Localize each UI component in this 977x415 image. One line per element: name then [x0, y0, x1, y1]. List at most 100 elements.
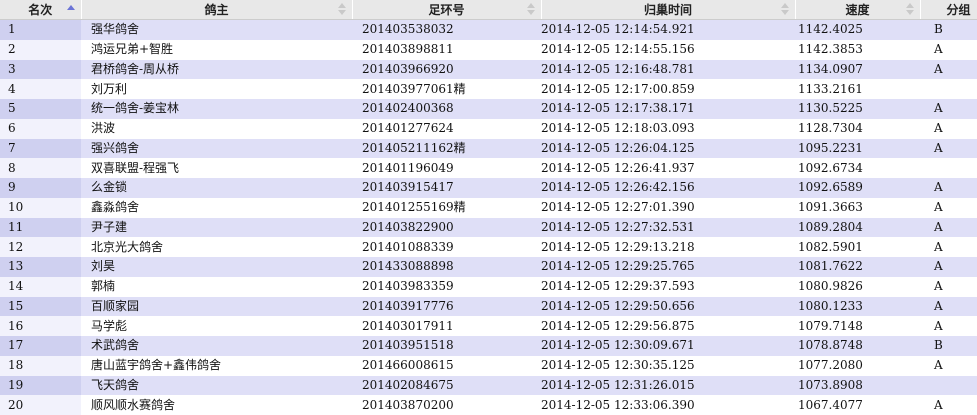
arrival-time-cell: 2014-12-05 12:29:50.656 [541, 296, 795, 317]
group-cell: B [920, 336, 977, 356]
group-cell: A [920, 395, 977, 415]
sort-icon[interactable] [337, 3, 346, 17]
owner-cell: 双喜联盟-程强飞 [81, 158, 352, 178]
group-cell: B [920, 19, 977, 40]
speed-cell: 1080.9826 [795, 276, 920, 297]
owner-cell: 飞天鸽舍 [81, 375, 352, 396]
speed-cell: 1078.8748 [795, 336, 920, 356]
group-cell: A [920, 237, 977, 257]
rank-cell: 16 [0, 316, 81, 336]
group-cell: A [920, 118, 977, 139]
rank-cell: 11 [0, 217, 81, 238]
speed-cell: 1067.4077 [795, 395, 920, 415]
ring-number-cell: 201403017911 [352, 316, 541, 336]
table-row: 1 强华鸽舍 201403538032 2014-12-05 12:14:54.921… [0, 19, 977, 40]
arrival-time-cell: 2014-12-05 12:30:35.125 [541, 355, 795, 376]
speed-cell: 1130.5225 [795, 99, 920, 119]
sort-asc-icon[interactable] [67, 3, 75, 17]
owner-cell: 鸿运兄弟+智胜 [81, 39, 352, 60]
column-header-speed[interactable]: 速度 [795, 0, 921, 20]
speed-cell: 1142.4025 [795, 19, 920, 40]
speed-cell: 1081.7622 [795, 257, 920, 277]
table-row: 5 统一鸽舍-姜宝林 201402400368 2014-12-05 12:17:38… [0, 99, 977, 119]
arrival-time-cell: 2014-12-05 12:29:56.875 [541, 316, 795, 336]
rank-cell: 4 [0, 79, 81, 99]
results-body: 1 强华鸽舍 201403538032 2014-12-05 12:14:54.921… [0, 19, 977, 415]
ring-number-cell: 201403915417 [352, 178, 541, 198]
speed-cell: 1142.3853 [795, 39, 920, 60]
speed-cell: 1073.8908 [795, 375, 920, 396]
group-cell [920, 158, 977, 178]
ring-number-cell: 201402084675 [352, 375, 541, 396]
ring-number-cell: 201402400368 [352, 99, 541, 119]
group-cell: A [920, 39, 977, 60]
sort-icon[interactable] [780, 3, 789, 17]
rank-cell: 7 [0, 138, 81, 159]
column-header-owner[interactable]: 鸽主 [81, 0, 353, 20]
owner-cell: 北京光大鸽舍 [81, 237, 352, 257]
speed-cell: 1079.7148 [795, 316, 920, 336]
sort-icon[interactable] [526, 3, 535, 17]
owner-cell: 强兴鸽舍 [81, 138, 352, 159]
rank-cell: 18 [0, 355, 81, 376]
rank-cell: 1 [0, 19, 81, 40]
group-cell: A [920, 355, 977, 376]
table-row: 19 飞天鸽舍 201402084675 2014-12-05 12:31:26.01… [0, 375, 977, 396]
speed-cell: 1089.2804 [795, 217, 920, 238]
rank-cell: 20 [0, 395, 81, 415]
speed-cell: 1077.2080 [795, 355, 920, 376]
arrival-time-cell: 2014-12-05 12:26:42.156 [541, 178, 795, 198]
arrival-time-cell: 2014-12-05 12:31:26.015 [541, 375, 795, 396]
group-cell: A [920, 276, 977, 297]
table-row: 10 鑫淼鸽舍 201401255169精 2014-12-05 12:27:01.3… [0, 197, 977, 218]
group-cell: A [920, 217, 977, 238]
owner-cell: 马学彪 [81, 316, 352, 336]
arrival-time-cell: 2014-12-05 12:30:09.671 [541, 336, 795, 356]
header-row: 名次 鸽主 足环号 归巢时间 速度 分组 [0, 0, 977, 20]
arrival-time-cell: 2014-12-05 12:17:38.171 [541, 99, 795, 119]
ring-number-cell: 201403898811 [352, 39, 541, 60]
rank-cell: 15 [0, 296, 81, 317]
owner-cell: 郭楠 [81, 276, 352, 297]
group-cell: A [920, 59, 977, 80]
ring-number-cell: 201403966920 [352, 59, 541, 80]
rank-cell: 13 [0, 257, 81, 277]
ring-number-cell: 201403870200 [352, 395, 541, 415]
table-row: 8 双喜联盟-程强飞 201401196049 2014-12-05 12:26:41… [0, 158, 977, 178]
column-header-arrival-time[interactable]: 归巢时间 [541, 0, 796, 20]
speed-cell: 1133.2161 [795, 79, 920, 99]
sort-icon[interactable] [905, 3, 914, 17]
owner-cell: 强华鸽舍 [81, 19, 352, 40]
column-header-ring[interactable]: 足环号 [352, 0, 542, 20]
table-row: 9 么金锁 201403915417 2014-12-05 12:26:42.156 1… [0, 178, 977, 198]
speed-header-label: 速度 [845, 3, 870, 17]
ring-header-label: 足环号 [428, 3, 465, 17]
column-header-rank[interactable]: 名次 [0, 0, 82, 20]
speed-cell: 1080.1233 [795, 296, 920, 317]
ring-number-cell: 201403822900 [352, 217, 541, 238]
owner-cell: 鑫淼鸽舍 [81, 197, 352, 218]
group-cell: A [920, 197, 977, 218]
rank-cell: 8 [0, 158, 81, 178]
table-row: 12 北京光大鸽舍 201401088339 2014-12-05 12:29:13.… [0, 237, 977, 257]
table-row: 18 唐山蓝宇鸽舍+鑫伟鸽舍 201466008615 2014-12-05 12:3… [0, 355, 977, 376]
rank-cell: 5 [0, 99, 81, 119]
table-row: 3 君桥鸽舍-周从桥 201403966920 2014-12-05 12:16:48… [0, 59, 977, 80]
owner-cell: 顺风顺水赛鸽舍 [81, 395, 352, 415]
rank-cell: 6 [0, 118, 81, 139]
column-header-group[interactable]: 分组 [920, 0, 977, 20]
speed-cell: 1091.3663 [795, 197, 920, 218]
arrival-time-cell: 2014-12-05 12:26:04.125 [541, 138, 795, 159]
rank-cell: 9 [0, 178, 81, 198]
ring-number-cell: 201403983359 [352, 276, 541, 297]
arrival-time-cell: 2014-12-05 12:33:06.390 [541, 395, 795, 415]
ring-number-cell: 201401196049 [352, 158, 541, 178]
group-cell: A [920, 138, 977, 159]
table-row: 16 马学彪 201403017911 2014-12-05 12:29:56.875… [0, 316, 977, 336]
arrival-time-cell: 2014-12-05 12:18:03.093 [541, 118, 795, 139]
results-table: 名次 鸽主 足环号 归巢时间 速度 分组 1 强华鸽舍 201403538032… [0, 0, 977, 415]
table-row: 6 洪波 201401277624 2014-12-05 12:18:03.093 11… [0, 118, 977, 139]
arrival-time-cell: 2014-12-05 12:14:55.156 [541, 39, 795, 60]
rank-cell: 17 [0, 336, 81, 356]
table-row: 13 刘昊 201433088898 2014-12-05 12:29:25.765 1… [0, 257, 977, 277]
